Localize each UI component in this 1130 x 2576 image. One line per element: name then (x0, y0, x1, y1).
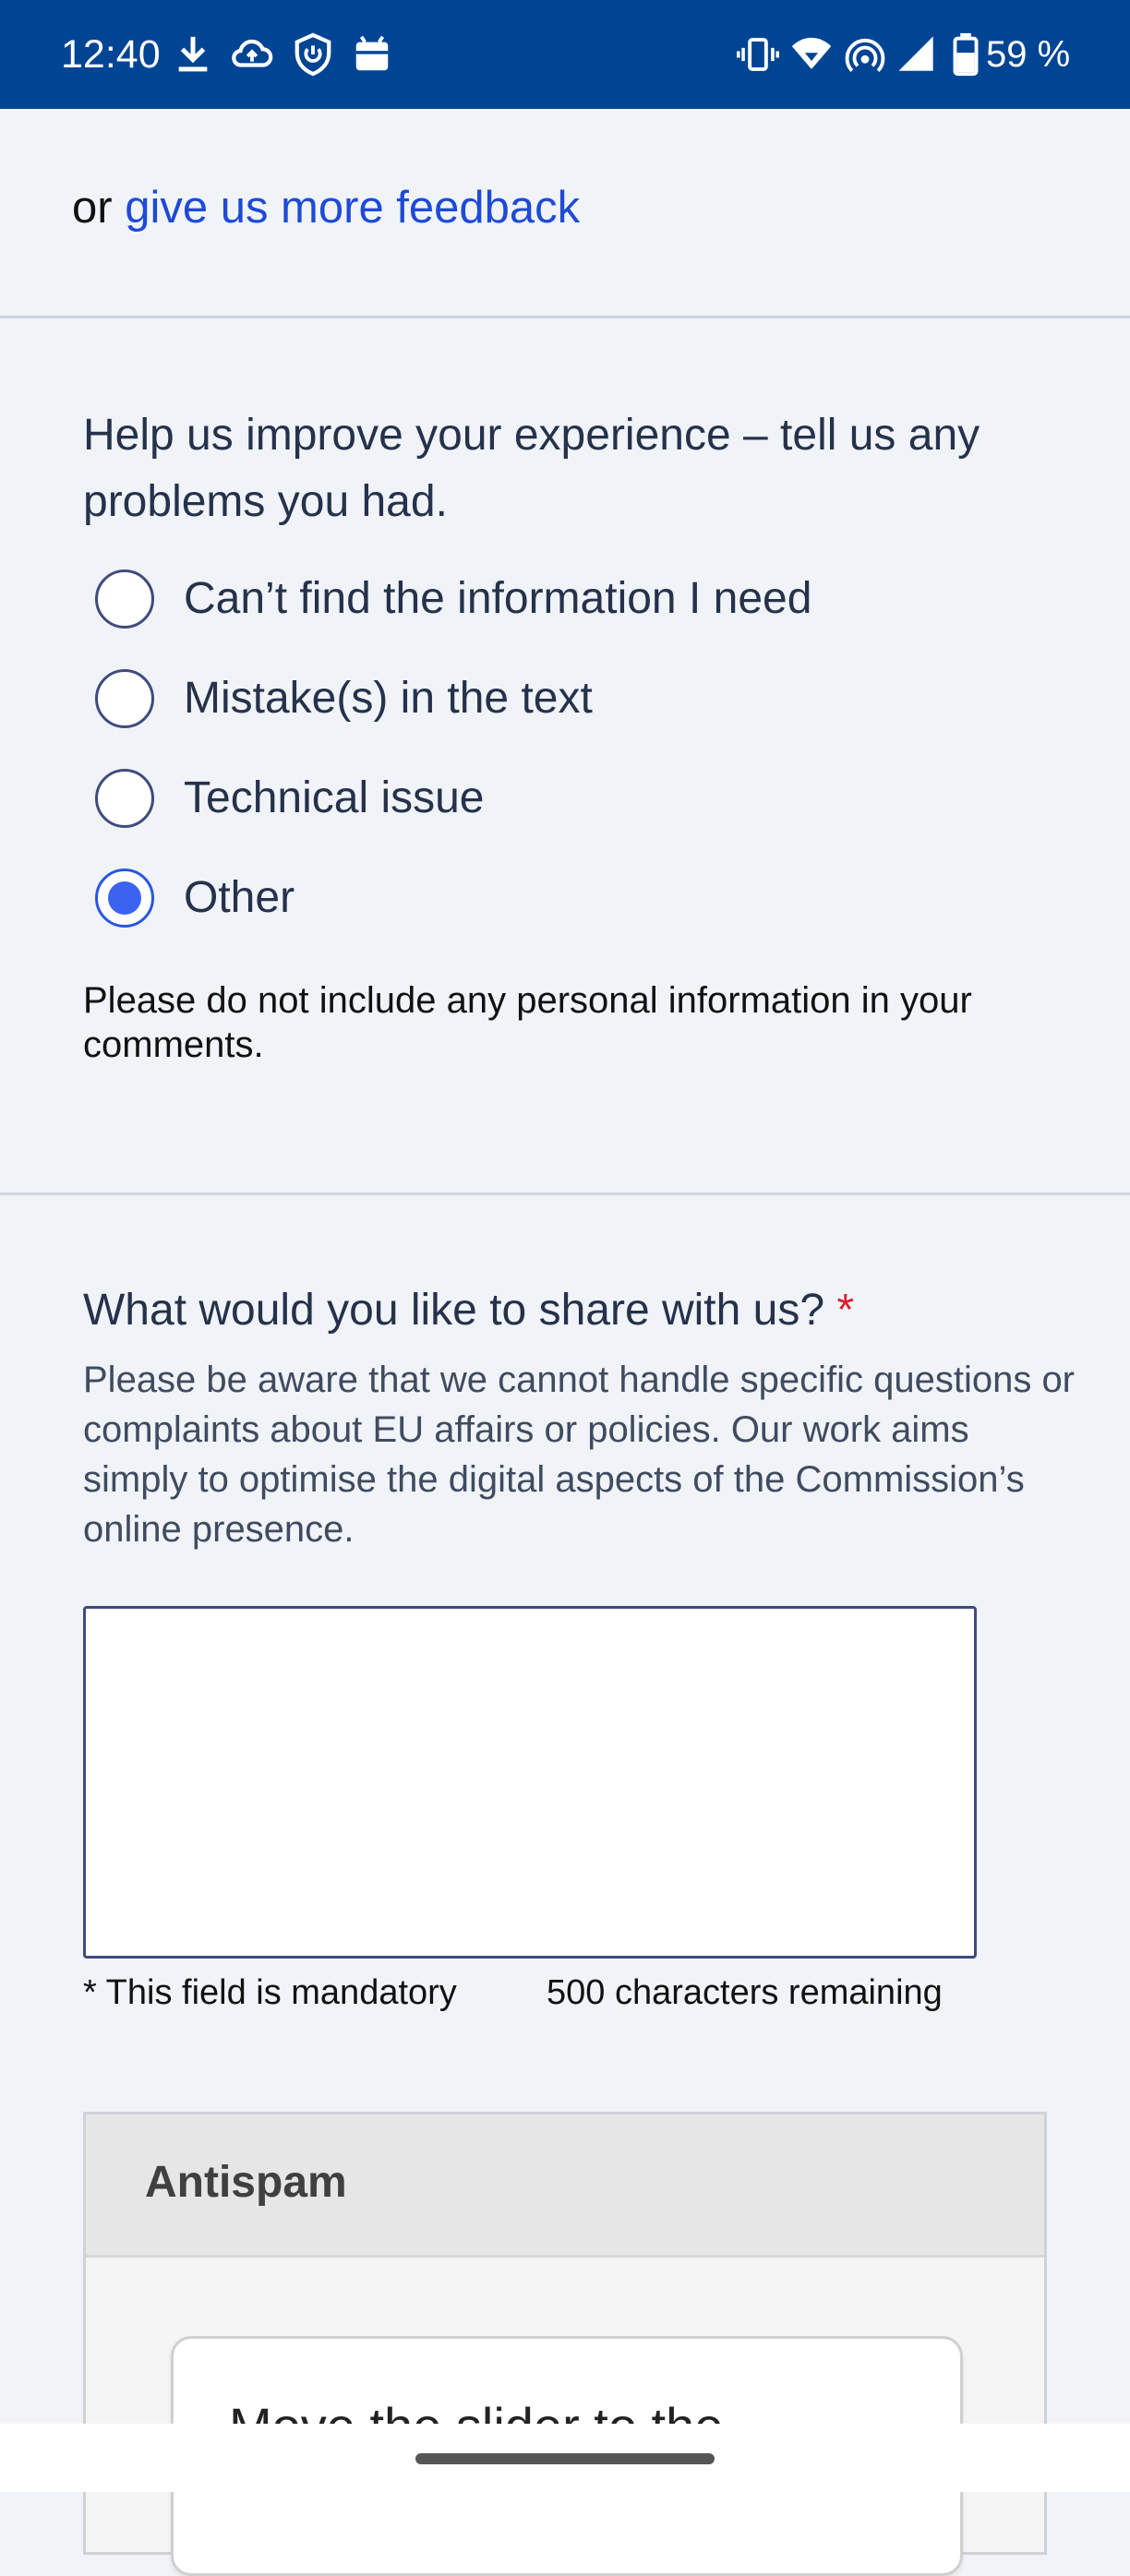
home-gesture-handle[interactable] (415, 2453, 715, 2464)
hotspot-icon (845, 39, 885, 73)
feedback-row: or give us more feedback (72, 177, 580, 238)
share-question-text: What would you like to share with us? (83, 1286, 825, 1335)
radio-option-technical[interactable]: Technical issue (92, 766, 1016, 840)
required-marker: * (836, 1286, 855, 1335)
radio-label: Other (184, 873, 295, 922)
radio-button[interactable] (95, 669, 154, 728)
problems-question: Help us improve your experience – tell u… (83, 411, 980, 526)
chars-remaining: 500 characters remaining (547, 1973, 943, 2012)
status-time: 12:40 (61, 32, 161, 77)
radio-label: Can’t find the information I need (184, 574, 812, 623)
status-bar: 12:40 59 % (0, 0, 1130, 109)
vibrate-icon (737, 38, 779, 71)
battery-icon (953, 32, 979, 77)
share-help-text: Please be aware that we cannot handle sp… (83, 1360, 1076, 1550)
radio-label: Technical issue (184, 773, 485, 822)
cloud-upload-icon (232, 39, 273, 67)
radio-option-other[interactable]: Other (92, 866, 1016, 940)
privacy-note: Please do not include any personal infor… (83, 980, 972, 1065)
android-icon (355, 35, 389, 71)
radio-selected-dot (108, 881, 141, 915)
shield-icon (295, 32, 331, 77)
comment-textarea[interactable] (83, 1606, 977, 1959)
radio-option-cant-find[interactable]: Can’t find the information I need (92, 567, 1016, 641)
radio-button-selected[interactable] (95, 869, 154, 928)
navigation-bar (0, 2424, 1130, 2492)
radio-option-mistakes[interactable]: Mistake(s) in the text (92, 666, 1016, 740)
download-icon (178, 36, 208, 72)
wifi-icon (791, 37, 832, 69)
section-divider (0, 1192, 1130, 1195)
antispam-header: Antispam (86, 2115, 1044, 2258)
section-divider (0, 316, 1130, 318)
battery-percent: 59 % (986, 34, 1071, 75)
radio-label: Mistake(s) in the text (184, 674, 593, 723)
radio-button[interactable] (95, 569, 154, 629)
give-feedback-link[interactable]: give us more feedback (125, 183, 580, 233)
mandatory-note: * This field is mandatory (83, 1973, 457, 2012)
share-question: What would you like to share with us? * (83, 1279, 854, 1342)
cell-signal-icon (898, 36, 933, 71)
feedback-prefix: or (72, 183, 126, 233)
radio-button[interactable] (95, 769, 154, 828)
antispam-title: Antispam (145, 2158, 347, 2207)
